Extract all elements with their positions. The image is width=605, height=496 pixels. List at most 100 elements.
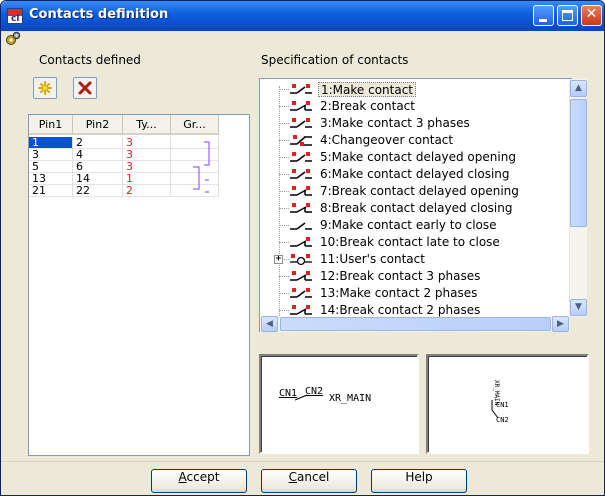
delete-x-icon — [78, 81, 92, 95]
cell-pin2[interactable]: 4 — [73, 149, 123, 161]
contact-preview-vertical: XR_MAIN CN1 CN2 — [426, 354, 589, 454]
horizontal-scroll-thumb[interactable] — [280, 317, 551, 331]
tree-item-label[interactable]: 6:Make contact delayed closing — [318, 167, 512, 182]
break-contact-icon — [290, 305, 312, 315]
tree-item-break-delayed-opening[interactable]: 7:Break contact delayed opening — [260, 183, 555, 200]
maximize-button[interactable] — [557, 5, 578, 26]
chevron-right-icon: ▶ — [557, 319, 564, 329]
tree-item-break-late-close[interactable]: 10:Break contact late to close — [260, 234, 555, 251]
cell-pin2[interactable]: 2 — [73, 137, 123, 149]
preview-name-label: XR_MAIN — [329, 393, 372, 404]
close-icon: ✕ — [585, 6, 598, 22]
chevron-down-icon: ▼ — [575, 302, 582, 312]
cell-type[interactable]: 3 — [123, 161, 171, 173]
column-header-type[interactable]: Ty... — [123, 115, 171, 135]
tree-item-label[interactable]: 3:Make contact 3 phases — [318, 116, 472, 131]
tree-item-label[interactable]: 13:Make contact 2 phases — [318, 286, 479, 301]
tree-item-users-contact[interactable]: + 11:User's contact — [260, 251, 555, 268]
tree-item-make-delayed-closing[interactable]: 6:Make contact delayed closing — [260, 166, 555, 183]
accept-button[interactable]: Accept — [151, 469, 247, 493]
tree-item-break-contact-3-phases[interactable]: 12:Break contact 3 phases — [260, 268, 555, 285]
column-header-pin2[interactable]: Pin2 — [73, 115, 123, 135]
tree-item-make-contact-3-phases[interactable]: 3:Make contact 3 phases — [260, 115, 555, 132]
gear-icon — [6, 31, 21, 45]
tree-item-make-contact[interactable]: 1:Make contact — [260, 81, 555, 98]
close-button[interactable]: ✕ — [581, 5, 602, 26]
make-contact-icon — [290, 84, 312, 94]
maximize-icon — [562, 10, 573, 21]
tree-item-label[interactable]: 5:Make contact delayed opening — [318, 150, 518, 165]
contact-preview-horizontal: CN1 CN2 XR_MAIN — [259, 354, 419, 454]
help-button[interactable]: Help — [371, 469, 467, 493]
tree-item-label[interactable]: 1:Make contact — [318, 82, 417, 97]
make-contact-icon — [290, 288, 312, 298]
break-contact-icon — [290, 271, 312, 281]
tree-item-label[interactable]: 11:User's contact — [318, 252, 427, 267]
tree-item-changeover-contact[interactable]: 4:Changeover contact — [260, 132, 555, 149]
break-contact-icon — [290, 203, 312, 213]
cell-pin2[interactable]: 14 — [73, 173, 123, 185]
expand-plus-icon[interactable]: + — [274, 255, 283, 264]
accept-label: ccept — [186, 470, 220, 484]
tree-item-label[interactable]: 12:Break contact 3 phases — [318, 269, 482, 284]
tree-item-label[interactable]: 7:Break contact delayed opening — [318, 184, 521, 199]
chevron-up-icon: ▲ — [575, 83, 582, 93]
scroll-down-button[interactable]: ▼ — [570, 299, 587, 316]
cancel-hotkey: C — [288, 470, 298, 484]
minimize-button[interactable] — [533, 5, 554, 26]
cell-type[interactable]: 2 — [123, 185, 171, 197]
make-contact-icon — [290, 118, 312, 128]
tree-item-label[interactable]: 2:Break contact — [318, 99, 417, 114]
title-bar[interactable]: cl Contacts definition ✕ — [1, 1, 604, 31]
cell-pin1[interactable]: 21 — [29, 185, 73, 197]
scroll-corner — [570, 317, 587, 332]
cell-type[interactable]: 1 — [123, 173, 171, 185]
cell-pin2[interactable]: 6 — [73, 161, 123, 173]
grid-header: Pin1 Pin2 Ty... Gr... — [29, 115, 249, 135]
vertical-scrollbar[interactable]: ▲ ▼ — [569, 79, 587, 317]
make-contact-icon — [290, 152, 312, 162]
tree-item-label[interactable]: 9:Make contact early to close — [318, 218, 499, 233]
tree-item-label[interactable]: 4:Changeover contact — [318, 133, 455, 148]
break-contact-icon — [290, 237, 312, 247]
scroll-left-button[interactable]: ◀ — [261, 316, 278, 332]
preview-contact-symbol — [295, 394, 308, 401]
minimize-icon — [539, 19, 547, 22]
delete-contact-button[interactable] — [73, 77, 97, 99]
chevron-left-icon: ◀ — [266, 319, 273, 329]
tree-item-label[interactable]: 10:Break contact late to close — [318, 235, 502, 250]
make-contact-icon — [290, 222, 312, 230]
cell-pin1[interactable]: 5 — [29, 161, 73, 173]
tree-item-label[interactable]: 14:Break contact 2 phases — [318, 303, 482, 318]
tree-item-break-contact[interactable]: 2:Break contact — [260, 98, 555, 115]
break-contact-icon — [290, 101, 312, 111]
vertical-scroll-thumb[interactable] — [570, 99, 587, 227]
column-header-pin1[interactable]: Pin1 — [29, 115, 73, 135]
cell-pin2[interactable]: 22 — [73, 185, 123, 197]
accept-hotkey: A — [178, 470, 187, 484]
scroll-right-button[interactable]: ▶ — [552, 316, 569, 332]
cell-pin1[interactable]: 13 — [29, 173, 73, 185]
column-header-group[interactable]: Gr... — [171, 115, 219, 135]
cancel-button[interactable]: Cancel — [261, 469, 357, 493]
cell-type[interactable]: 3 — [123, 149, 171, 161]
tree-item-break-delayed-closing[interactable]: 8:Break contact delayed closing — [260, 200, 555, 217]
app-icon: cl — [7, 8, 23, 24]
group-markers — [193, 141, 210, 193]
tree-item-make-delayed-opening[interactable]: 5:Make contact delayed opening — [260, 149, 555, 166]
new-star-icon — [38, 81, 52, 95]
contacts-grid: Pin1 Pin2 Ty... Gr... 1 2 3 3 4 3 5 6 3 … — [28, 114, 250, 456]
horizontal-scrollbar[interactable]: ◀ ▶ — [260, 316, 570, 332]
tree-item-label[interactable]: 8:Break contact delayed closing — [318, 201, 515, 216]
cell-pin1[interactable]: 1 — [29, 137, 73, 149]
cell-pin1[interactable]: 3 — [29, 149, 73, 161]
add-contact-button[interactable] — [33, 77, 57, 99]
user-contact-icon — [290, 254, 312, 266]
scroll-up-button[interactable]: ▲ — [570, 80, 587, 97]
cell-type[interactable]: 3 — [123, 137, 171, 149]
cancel-label: ancel — [297, 470, 330, 484]
tree-item-make-contact-2-phases[interactable]: 13:Make contact 2 phases — [260, 285, 555, 302]
contacts-definition-window: cl Contacts definition ✕ Contacts define… — [0, 0, 605, 496]
tree-item-make-early-close[interactable]: 9:Make contact early to close — [260, 217, 555, 234]
make-contact-icon — [290, 169, 312, 179]
